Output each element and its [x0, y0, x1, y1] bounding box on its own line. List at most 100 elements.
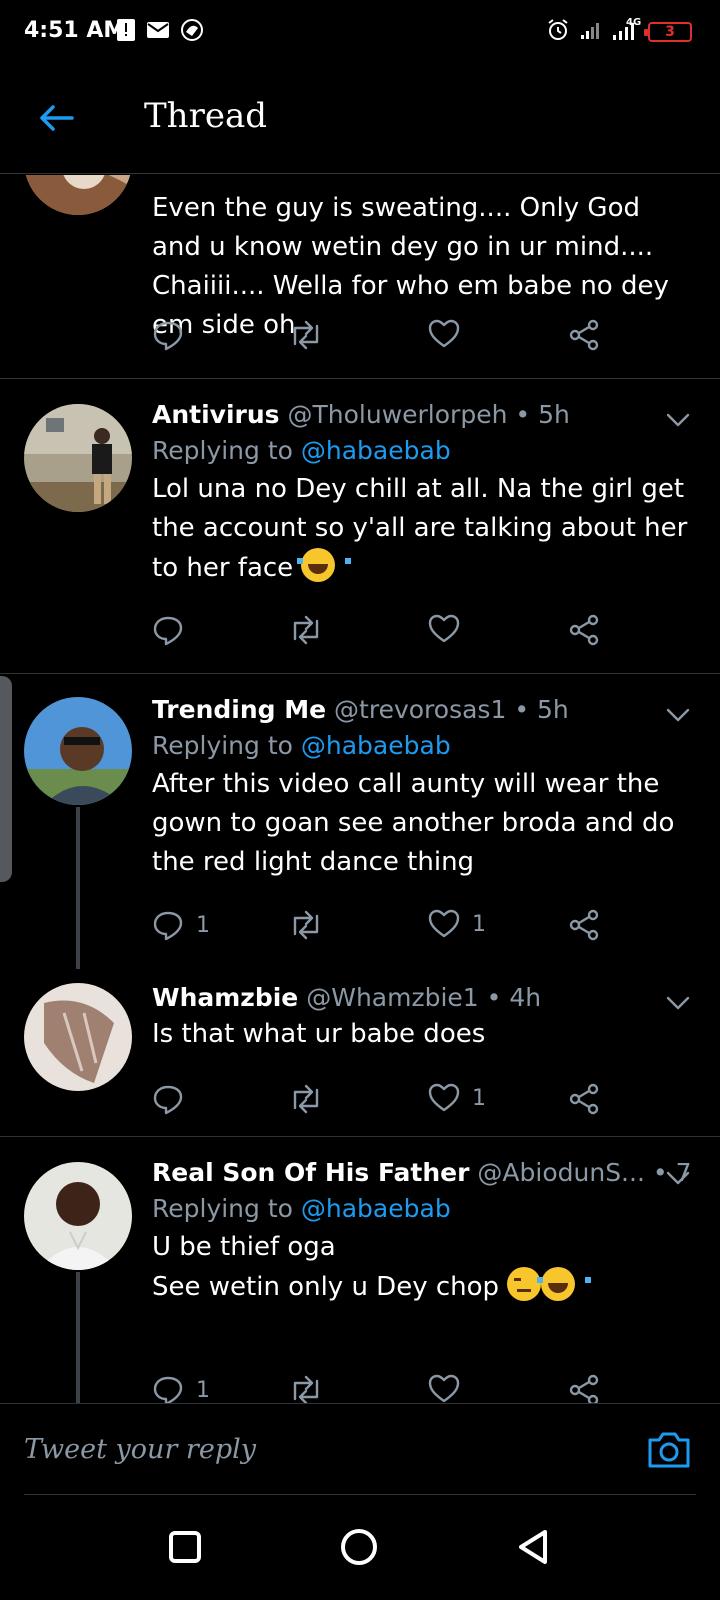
like-button[interactable]: 1: [428, 909, 486, 939]
camera-icon: [648, 1432, 690, 1468]
retweet-button[interactable]: [288, 1374, 324, 1403]
avatar[interactable]: [24, 1162, 132, 1270]
retweet-button[interactable]: [288, 909, 324, 941]
display-name[interactable]: Trending Me: [152, 695, 326, 724]
retweet-icon: [293, 320, 319, 350]
like-button[interactable]: [428, 319, 460, 349]
tweet-content: Antivirus @Tholuwerlorpeh • 5h Replying …: [152, 398, 690, 588]
tweet-text-content: See wetin only u Dey chop: [152, 1272, 500, 1302]
signal-icon: [580, 20, 602, 44]
replying-to: Replying to @habaebab: [152, 727, 690, 765]
square-icon: [169, 1531, 201, 1563]
share-icon: [569, 1374, 599, 1403]
back-button[interactable]: [36, 98, 76, 138]
user-handle[interactable]: @AbiodunS...: [477, 1158, 644, 1187]
tweet-text-line: U be thief oga: [152, 1232, 336, 1262]
reply-count: 1: [196, 912, 210, 938]
thread-connector: [76, 807, 80, 969]
tweet-text: After this video call aunty will wear th…: [152, 769, 675, 877]
tweet-actions: 1: [152, 1083, 622, 1119]
retweet-icon: [293, 1375, 319, 1403]
replying-label: Replying to: [152, 731, 301, 760]
thread-header: Thread: [0, 66, 720, 174]
tweet-text: U be thief oga See wetin only u Dey chop: [152, 1228, 690, 1307]
retweet-button[interactable]: [288, 319, 324, 351]
share-button[interactable]: [568, 319, 600, 351]
replying-to: Replying to @habaebab: [152, 432, 690, 470]
tweet[interactable]: Real Son Of His Father @AbiodunS... • 7h…: [0, 1138, 720, 1403]
tweet[interactable]: Trending Me @trevorosas1 • 5h Replying t…: [0, 675, 720, 969]
reply-button[interactable]: [152, 1083, 184, 1115]
like-icon: [428, 1374, 460, 1403]
like-button[interactable]: [428, 1374, 460, 1403]
retweet-button[interactable]: [288, 1083, 324, 1115]
reply-composer: Tweet your reply: [0, 1403, 720, 1495]
user-handle[interactable]: @trevorosas1: [334, 695, 506, 724]
display-name[interactable]: Antivirus: [152, 400, 280, 429]
caret-down-icon[interactable]: [664, 406, 692, 434]
replying-to: Replying to @habaebab: [152, 1190, 690, 1228]
caret-down-icon[interactable]: [664, 989, 692, 1017]
share-button[interactable]: [568, 1374, 600, 1403]
back-nav-button[interactable]: [508, 1522, 558, 1572]
tweet-text: Is that what ur babe does: [152, 1019, 486, 1049]
status-left-icons: [116, 18, 204, 46]
back-arrow-icon: [40, 105, 74, 131]
alarm-icon: [546, 18, 570, 46]
tweet[interactable]: Antivirus @Tholuwerlorpeh • 5h Replying …: [0, 380, 720, 674]
share-button[interactable]: [568, 1083, 600, 1115]
display-name[interactable]: Real Son Of His Father: [152, 1158, 469, 1187]
user-handle[interactable]: @Tholuwerlorpeh: [288, 400, 508, 429]
alert-icon: [116, 18, 136, 46]
avatar[interactable]: [24, 983, 132, 1091]
avatar[interactable]: [24, 404, 132, 512]
tweet-time: 5h: [538, 400, 570, 429]
avatar[interactable]: [24, 175, 132, 215]
tweet-text-content: Lol una no Dey chill at all. Na the girl…: [152, 474, 688, 583]
tweet-text: Lol una no Dey chill at all. Na the girl…: [152, 470, 690, 588]
like-button[interactable]: 1: [428, 1083, 486, 1113]
circle-icon: [341, 1529, 377, 1565]
share-button[interactable]: [568, 909, 600, 941]
status-bar: 4:51 AM 4G 3: [0, 0, 720, 66]
tweet-actions: 1 1: [152, 909, 622, 945]
caret-down-icon[interactable]: [664, 701, 692, 729]
tweet[interactable]: Whamzbie @Whamzbie1 • 4h Is that what ur…: [0, 969, 720, 1137]
reply-button[interactable]: 1: [152, 909, 210, 941]
share-button[interactable]: [568, 614, 600, 646]
thread-feed[interactable]: Even the guy is sweating.... Only God an…: [0, 175, 720, 1403]
user-handle[interactable]: @Whamzbie1: [306, 983, 478, 1012]
retweet-button[interactable]: [288, 614, 324, 646]
camera-button[interactable]: [646, 1426, 692, 1472]
display-name[interactable]: Whamzbie: [152, 983, 298, 1012]
network-tag: 4G: [626, 17, 642, 28]
like-button[interactable]: [428, 614, 460, 644]
replying-to-handle[interactable]: @habaebab: [301, 731, 451, 760]
battery-indicator: 3: [644, 22, 692, 42]
tweet-actions: 1: [152, 1374, 622, 1403]
recents-button[interactable]: [160, 1522, 210, 1572]
home-button[interactable]: [334, 1522, 384, 1572]
caret-down-icon[interactable]: [664, 1164, 692, 1192]
tweet-content: Trending Me @trevorosas1 • 5h Replying t…: [152, 693, 690, 882]
replying-to-handle[interactable]: @habaebab: [301, 436, 451, 465]
reply-button[interactable]: [152, 614, 184, 646]
tweet-actions: [152, 614, 622, 650]
reply-icon: [153, 616, 183, 646]
tweet-content: Whamzbie @Whamzbie1 • 4h Is that what ur…: [152, 981, 690, 1054]
unamused-emoji-icon: [507, 1267, 549, 1301]
tweet-time: 5h: [537, 695, 569, 724]
reply-input[interactable]: Tweet your reply: [24, 1434, 256, 1465]
tweet-text-line-with-emoji: See wetin only u Dey chop: [152, 1267, 690, 1307]
like-count: 1: [472, 1085, 486, 1111]
avatar[interactable]: [24, 697, 132, 805]
like-icon: [428, 319, 460, 348]
triangle-back-icon: [519, 1530, 547, 1564]
reply-icon: [153, 911, 183, 941]
system-nav-bar: [0, 1494, 720, 1600]
page-title: Thread: [144, 96, 267, 136]
reply-button[interactable]: 1: [152, 1374, 210, 1403]
replying-to-handle[interactable]: @habaebab: [301, 1194, 451, 1223]
tweet[interactable]: Even the guy is sweating.... Only God an…: [0, 175, 720, 379]
reply-button[interactable]: [152, 319, 184, 351]
